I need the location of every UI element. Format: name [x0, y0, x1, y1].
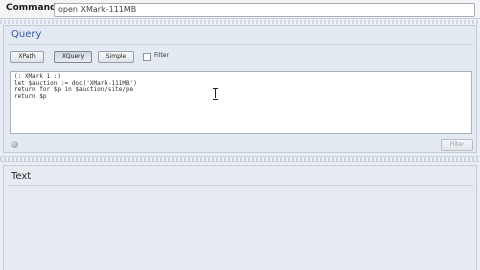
text-title-divider: [8, 185, 473, 186]
command-bar: Command open XMark-111MB: [0, 0, 480, 19]
toolbar-separator: [0, 20, 480, 24]
filter-button[interactable]: Filter: [441, 139, 473, 151]
text-panel-title: Text: [11, 171, 32, 182]
xpath-button[interactable]: XPath: [10, 51, 44, 63]
xquery-button[interactable]: XQuery: [54, 51, 92, 63]
query-panel: Query XPath XQuery Simple Filter (: XMar…: [3, 25, 477, 153]
text-cursor-icon: [213, 88, 218, 100]
status-indicator-icon: [11, 141, 18, 148]
command-input[interactable]: open XMark-111MB: [54, 3, 475, 17]
simple-button[interactable]: Simple: [98, 51, 134, 63]
query-editor[interactable]: (: XMark 1 :) let $auction := doc('XMark…: [10, 71, 472, 134]
filter-checkbox-label: Filter: [154, 52, 169, 59]
text-panel: Text: [3, 165, 477, 270]
filter-checkbox[interactable]: [143, 53, 151, 61]
panel-splitter[interactable]: [0, 156, 480, 162]
query-code: (: XMark 1 :) let $auction := doc('XMark…: [14, 73, 137, 100]
query-panel-title: Query: [11, 29, 42, 40]
command-label: Command: [6, 3, 57, 13]
query-title-divider: [8, 44, 473, 45]
